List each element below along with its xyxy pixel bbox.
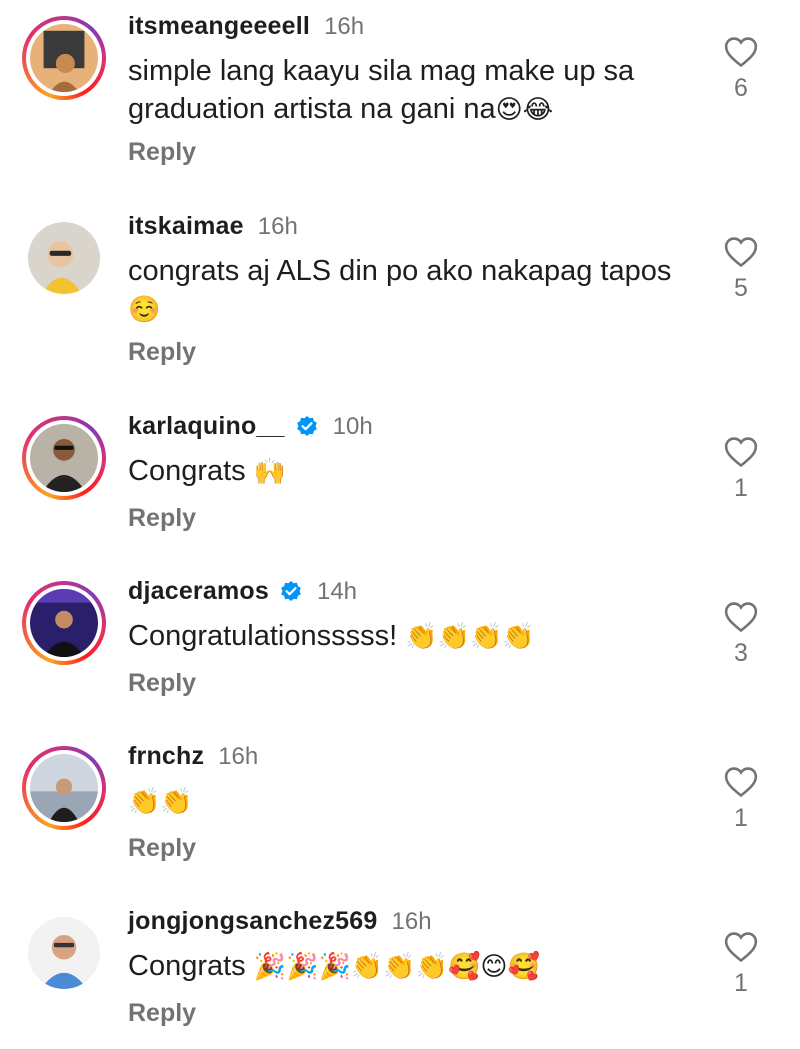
avatar-story-ring[interactable]: [22, 581, 106, 665]
heart-outline-icon[interactable]: [724, 766, 758, 798]
comment-body: Congrats: [128, 950, 246, 982]
comment-timestamp: 14h: [316, 577, 358, 605]
like-control: 1: [718, 766, 764, 833]
comment-emojis: 👏👏👏👏: [405, 622, 535, 652]
comment-item: frnchz 16h 👏👏 Reply 1: [0, 730, 800, 895]
avatar-story-ring[interactable]: [22, 416, 106, 500]
comment-text: Congratulationsssss! 👏👏👏👏: [128, 617, 708, 656]
comment-username[interactable]: itskaimae: [128, 212, 244, 241]
heart-outline-icon[interactable]: [724, 36, 758, 68]
avatar: [28, 917, 100, 989]
comment-emojis: 👏👏: [128, 787, 193, 817]
comment-timestamp: 16h: [218, 742, 259, 770]
avatar: [30, 424, 98, 492]
like-control: 1: [718, 931, 764, 998]
comment-emojis: 🙌: [253, 457, 287, 487]
comment-item: itskaimae 16h congrats aj ALS din po ako…: [0, 200, 800, 400]
reply-button[interactable]: Reply: [128, 999, 196, 1028]
like-count: 1: [734, 969, 748, 997]
like-count: 3: [734, 639, 748, 667]
comment-username[interactable]: jongjongsanchez569: [128, 907, 378, 936]
comment-username[interactable]: itsmeangeeeell: [128, 12, 310, 41]
avatar: [30, 589, 98, 657]
like-count: 1: [734, 474, 748, 502]
comment-text: congrats aj ALS din po ako nakapag tapos…: [128, 252, 708, 329]
like-count: 6: [734, 74, 748, 102]
verified-badge-icon: [281, 580, 301, 601]
comment-item: itsmeangeeeell 16h simple lang kaayu sil…: [0, 0, 800, 200]
avatar-frame[interactable]: [22, 216, 106, 300]
comment-body: Congrats: [128, 455, 246, 487]
comment-emojis: 😍😂: [495, 95, 554, 125]
like-control: 6: [718, 36, 764, 103]
like-control: 3: [718, 601, 764, 668]
comment-emojis: 🎉🎉🎉👏👏👏🥰😊🥰: [253, 952, 540, 982]
comment-body: congrats aj ALS din po ako nakapag tapos: [128, 255, 672, 287]
comment-username[interactable]: frnchz: [128, 742, 204, 771]
comment-text: simple lang kaayu sila mag make up sa gr…: [128, 52, 708, 129]
comment-timestamp: 10h: [332, 412, 373, 440]
comment-timestamp: 16h: [324, 12, 365, 40]
comment-username[interactable]: djaceramos: [128, 577, 269, 606]
reply-button[interactable]: Reply: [128, 504, 196, 533]
like-control: 5: [718, 236, 764, 303]
heart-outline-icon[interactable]: [724, 236, 758, 268]
avatar: [30, 754, 98, 822]
reply-button[interactable]: Reply: [128, 138, 196, 167]
like-count: 1: [734, 804, 748, 832]
comment-item: karlaquino__ 10h Congrats 🙌 Reply 1: [0, 400, 800, 565]
comment-item: jongjongsanchez569 16h Congrats 🎉🎉🎉👏👏👏🥰😊…: [0, 895, 800, 1049]
avatar-story-ring[interactable]: [22, 16, 106, 100]
like-control: 1: [718, 436, 764, 503]
comment-username[interactable]: karlaquino__: [128, 412, 285, 441]
comment-text: Congrats 🙌: [128, 452, 708, 491]
heart-outline-icon[interactable]: [724, 601, 758, 633]
comment-body: Congratulationsssss!: [128, 620, 398, 652]
reply-button[interactable]: Reply: [128, 834, 196, 863]
comment-emojis: ☺️: [128, 295, 161, 325]
heart-outline-icon[interactable]: [724, 436, 758, 468]
heart-outline-icon[interactable]: [724, 931, 758, 963]
avatar-frame[interactable]: [22, 911, 106, 995]
avatar-story-ring[interactable]: [22, 746, 106, 830]
verified-badge-icon: [296, 415, 317, 436]
avatar: [30, 24, 98, 92]
comment-item: djaceramos 14h Congratulationsssss! 👏👏👏👏…: [0, 565, 800, 730]
comment-text: Congrats 🎉🎉🎉👏👏👏🥰😊🥰: [128, 947, 708, 986]
comments-list: itsmeangeeeell 16h simple lang kaayu sil…: [0, 0, 800, 1049]
comment-text: 👏👏: [128, 782, 708, 821]
reply-button[interactable]: Reply: [128, 669, 196, 698]
comment-timestamp: 16h: [391, 907, 432, 935]
reply-button[interactable]: Reply: [128, 338, 196, 367]
comment-body: simple lang kaayu sila mag make up sa gr…: [128, 55, 635, 125]
like-count: 5: [734, 274, 748, 302]
avatar: [28, 222, 100, 294]
comment-timestamp: 16h: [257, 212, 298, 240]
